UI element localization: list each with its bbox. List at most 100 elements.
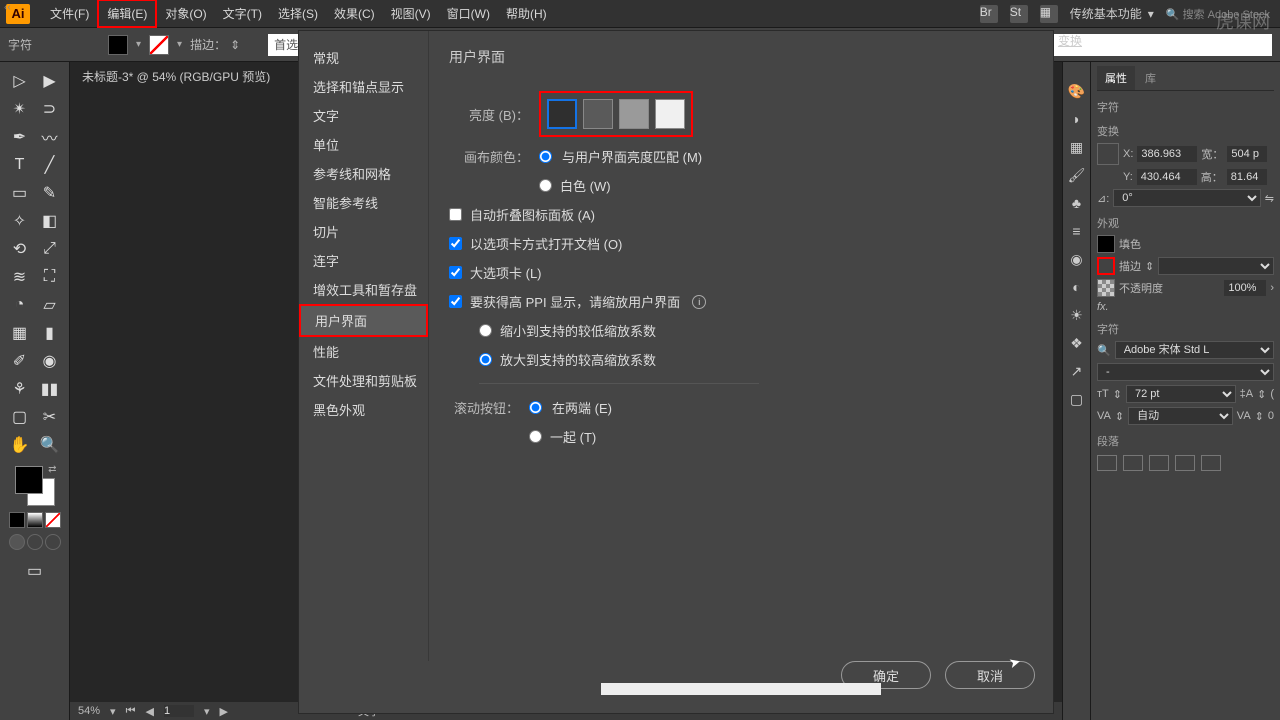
tab-transform[interactable]: 变换 [1058,32,1082,49]
pref-smartguides[interactable]: 智能参考线 [299,188,428,217]
pref-guides[interactable]: 参考线和网格 [299,159,428,188]
hidpi-checkbox[interactable] [449,295,462,308]
tabs-checkbox[interactable] [449,237,462,250]
zoom-tool[interactable]: 🔍 [36,432,64,458]
rectangle-tool[interactable]: ▭ [6,180,34,206]
autocollapse-checkbox[interactable] [449,208,462,221]
pref-general[interactable]: 常规 [299,43,428,72]
color-mode[interactable] [9,512,25,528]
hand-tool[interactable]: ✋ [6,432,34,458]
font-family-dd[interactable]: Adobe 宋体 Std L [1115,341,1274,359]
draw-normal[interactable] [9,534,25,550]
scale-up-radio[interactable] [479,353,492,366]
angle-dropdown[interactable]: 0° [1113,189,1261,207]
paintbrush-tool[interactable]: ✎ [36,180,64,206]
gradient-panel-icon[interactable]: ◉ [1068,250,1086,268]
canvas-white-radio[interactable] [539,179,552,192]
font-style-dd[interactable]: - [1097,363,1274,381]
blend-tool[interactable]: ◉ [36,348,64,374]
direct-selection-tool[interactable]: ▶ [36,68,64,94]
menu-window[interactable]: 窗口(W) [439,1,498,26]
video-progress-bar[interactable] [601,683,881,695]
w-input[interactable] [1227,146,1267,162]
brightness-medium-light[interactable] [619,99,649,129]
scroll-ends-radio[interactable] [529,401,542,414]
brushes-panel-icon[interactable]: 🖌 [1068,166,1086,184]
appearance-panel-icon[interactable]: ☀ [1068,306,1086,324]
menu-select[interactable]: 选择(S) [270,1,326,26]
brightness-dark[interactable] [547,99,577,129]
color-panel-icon[interactable]: 🎨 [1068,82,1086,100]
shape-builder-tool[interactable]: ◔ [6,292,34,318]
align-left[interactable] [1097,455,1117,471]
justify-left[interactable] [1175,455,1195,471]
h-input[interactable] [1227,169,1267,185]
reference-point[interactable] [1097,143,1119,165]
menu-view[interactable]: 视图(V) [383,1,439,26]
bigtabs-checkbox[interactable] [449,266,462,279]
tracking-value[interactable]: 0 [1268,410,1274,422]
font-size-dd[interactable]: 72 pt [1126,385,1236,403]
workspace-dropdown[interactable]: 传统基本功能▾ [1070,5,1154,22]
mesh-tool[interactable]: ▦ [6,320,34,346]
pref-filehandling[interactable]: 文件处理和剪贴板 [299,366,428,395]
curvature-tool[interactable]: 〰 [36,124,64,150]
symbols-panel-icon[interactable]: ♣ [1068,194,1086,212]
menu-file[interactable]: 文件(F) [42,1,97,26]
screen-mode[interactable]: ▭ [21,558,49,584]
transparency-panel-icon[interactable]: ◐ [1068,278,1086,296]
stroke-weight[interactable]: 描边：⇕ [190,36,240,53]
opacity-swatch[interactable] [1097,279,1115,297]
pref-hyphenation[interactable]: 连字 [299,246,428,275]
zoom-value[interactable]: 54% [78,705,100,717]
pref-plugins[interactable]: 增效工具和暂存盘 [299,275,428,304]
fill-swatch[interactable] [108,35,128,55]
stroke-panel-icon[interactable]: ≡ [1068,222,1086,240]
stroke-weight-dd[interactable] [1158,257,1274,275]
scale-tool[interactable]: ⤢ [36,236,64,262]
opacity-input[interactable] [1224,280,1266,296]
nav-prev-icon[interactable]: ◀ [145,705,153,718]
pref-ui[interactable]: 用户界面 [299,304,428,337]
swatches-panel-icon[interactable]: ▦ [1068,138,1086,156]
leading-dd[interactable]: 自动 [1128,407,1233,425]
color-guide-icon[interactable]: ◗ [1068,110,1086,128]
type-tool[interactable]: T [6,152,34,178]
eraser-tool[interactable]: ◧ [36,208,64,234]
pref-black[interactable]: 黑色外观 [299,395,428,424]
brightness-light[interactable] [655,99,685,129]
nav-next-icon[interactable]: ▶ [219,705,227,718]
fx-label[interactable]: fx. [1097,301,1109,313]
collapse-icon[interactable]: ‹‹ [4,2,11,13]
nav-first-icon[interactable]: ⏮ [126,705,136,718]
menu-type[interactable]: 文字(T) [215,1,270,26]
gradient-tool[interactable]: ▮ [36,320,64,346]
line-tool[interactable]: ╱ [36,152,64,178]
draw-behind[interactable] [27,534,43,550]
shaper-tool[interactable]: ✧ [6,208,34,234]
menu-effect[interactable]: 效果(C) [326,1,383,26]
align-right[interactable] [1149,455,1169,471]
pref-type[interactable]: 文字 [299,101,428,130]
pref-slices[interactable]: 切片 [299,217,428,246]
x-input[interactable] [1137,146,1197,162]
stroke-swatch[interactable] [149,35,169,55]
free-transform-tool[interactable]: ⛶ [36,264,64,290]
asset-export-icon[interactable]: ↗ [1068,362,1086,380]
draw-inside[interactable] [45,534,61,550]
none-mode[interactable] [45,512,61,528]
fill-swatch-panel[interactable] [1097,235,1115,253]
gradient-mode[interactable] [27,512,43,528]
stroke-swatch-panel[interactable] [1097,257,1115,275]
stock-icon[interactable]: St [1010,5,1028,23]
brightness-medium-dark[interactable] [583,99,613,129]
scroll-together-radio[interactable] [529,430,542,443]
width-tool[interactable]: ≋ [6,264,34,290]
graph-tool[interactable]: ▮▮ [36,376,64,402]
magic-wand-tool[interactable]: ✴ [6,96,34,122]
pen-tool[interactable]: ✒ [6,124,34,150]
menu-edit[interactable]: 编辑(E) [97,0,157,28]
artboards-panel-icon[interactable]: ▢ [1068,390,1086,408]
tab-properties[interactable]: 属性 [1097,66,1135,90]
align-center[interactable] [1123,455,1143,471]
